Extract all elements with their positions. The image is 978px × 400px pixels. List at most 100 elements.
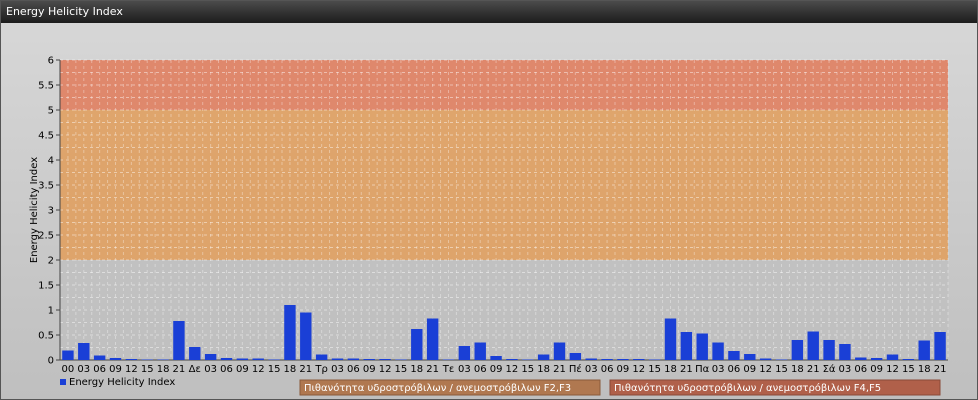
- x-tick-label: 12: [886, 364, 899, 375]
- x-tick-label: 18: [918, 364, 931, 375]
- x-tick-label: 18: [284, 364, 297, 375]
- x-tick-label: 21: [299, 364, 312, 375]
- y-tick-labels: 0 0.5 1 1.5 2 2.5 3 3.5 4 4.5 5 5.5 6: [38, 56, 60, 367]
- bar: [807, 331, 819, 360]
- bar: [236, 358, 249, 360]
- x-tick-label: 21: [173, 364, 186, 375]
- x-tick-label: 06: [474, 364, 487, 375]
- bar: [157, 359, 169, 360]
- bar: [855, 357, 867, 360]
- x-tick-label: 18: [410, 364, 423, 375]
- bar: [744, 354, 756, 360]
- x-tick-label: Δε: [189, 364, 201, 375]
- bar: [141, 359, 153, 360]
- x-tick-label: 09: [490, 364, 503, 375]
- x-tick-label: 12: [252, 364, 265, 375]
- x-tick-label: 21: [553, 364, 566, 375]
- bar: [442, 359, 455, 360]
- y-tick-label: 4: [48, 156, 54, 167]
- bar: [379, 359, 391, 360]
- y-tick-label: 2: [48, 256, 54, 267]
- bar: [886, 354, 899, 360]
- x-tick-label: 15: [141, 364, 154, 375]
- x-tick-label: 15: [268, 364, 281, 375]
- probability-label-f4f5: Πιθανότητα υδροστρόβιλων / ανεμοστρόβιλω…: [614, 382, 881, 394]
- bar: [648, 359, 661, 360]
- bar: [189, 347, 201, 360]
- bar: [585, 358, 597, 360]
- x-tick-label: 03: [331, 364, 344, 375]
- bar: [411, 329, 423, 360]
- bar: [553, 342, 566, 360]
- x-tick-label: 09: [617, 364, 630, 375]
- x-tick-label: 18: [791, 364, 804, 375]
- x-tick-label: 12: [759, 364, 772, 375]
- x-tick-label: 09: [109, 364, 122, 375]
- bar: [93, 355, 106, 360]
- x-tick-label: 06: [347, 364, 360, 375]
- x-tick-label: 15: [521, 364, 534, 375]
- bar: [569, 353, 582, 360]
- x-tick-label: Πέ: [569, 363, 582, 375]
- x-tick-label: 21: [426, 364, 439, 375]
- y-tick-label: 3.5: [38, 181, 54, 192]
- bar: [633, 359, 645, 360]
- bar: [474, 342, 486, 360]
- bar: [109, 358, 122, 360]
- y-tick-label: 3: [48, 206, 54, 217]
- x-tick-label: 21: [934, 364, 947, 375]
- x-tick-label: 06: [93, 364, 106, 375]
- x-tick-label: 21: [807, 364, 820, 375]
- bar: [315, 354, 328, 360]
- bar: [395, 359, 407, 360]
- bar: [918, 340, 930, 360]
- x-tick-label: 06: [220, 364, 233, 375]
- y-tick-label: 5: [48, 106, 54, 117]
- bar: [363, 359, 375, 360]
- x-tick-label: Σά: [823, 363, 836, 375]
- x-tick-label: 09: [870, 364, 883, 375]
- y-tick-label: 0: [48, 356, 54, 367]
- y-tick-label: 1: [48, 306, 54, 317]
- bar: [728, 351, 740, 360]
- x-tick-label: 15: [902, 364, 915, 375]
- bar: [506, 359, 518, 360]
- x-tick-label: 18: [537, 364, 550, 375]
- bar: [426, 318, 439, 360]
- x-tick-label: 03: [458, 364, 471, 375]
- bar: [791, 340, 804, 360]
- x-tick-label: 15: [648, 364, 661, 375]
- chart-area: 00.511.522.533.544.555.56 00 03 06 09 12 15 18…: [29, 56, 949, 396]
- x-tick-label: 03: [204, 364, 217, 375]
- bar: [331, 358, 344, 360]
- bar: [78, 343, 90, 360]
- y-tick-label: 6: [48, 56, 54, 67]
- x-tick-label: 18: [664, 364, 677, 375]
- bar: [759, 358, 772, 360]
- x-tick-label: 09: [743, 364, 756, 375]
- bar: [823, 340, 835, 360]
- bar: [268, 359, 280, 360]
- y-tick-label: 4.5: [38, 131, 54, 142]
- bar: [902, 359, 915, 360]
- x-tick-label: Τε: [442, 364, 455, 375]
- bar: [696, 333, 708, 360]
- x-tick-label: 12: [506, 364, 519, 375]
- bar: [617, 359, 629, 360]
- bar: [664, 318, 677, 360]
- x-tick-labels: 00 03 06 09 12 15 18 21 Δε 03 06 09 12 15 18 21 Τρ 03 06 09…: [62, 363, 947, 375]
- y-tick-label: 1.5: [38, 281, 54, 292]
- x-tick-label: 03: [77, 364, 90, 375]
- legend-swatch: [60, 379, 66, 385]
- bar: [490, 356, 502, 360]
- bar: [204, 354, 217, 360]
- bar: [284, 305, 296, 360]
- x-tick-label: 15: [395, 364, 408, 375]
- x-tick-label: 06: [601, 364, 614, 375]
- x-tick-label: 12: [379, 364, 392, 375]
- x-tick-label: 15: [775, 364, 788, 375]
- bar: [934, 332, 946, 360]
- bar: [537, 354, 550, 360]
- bar: [839, 344, 851, 360]
- bar: [775, 359, 788, 360]
